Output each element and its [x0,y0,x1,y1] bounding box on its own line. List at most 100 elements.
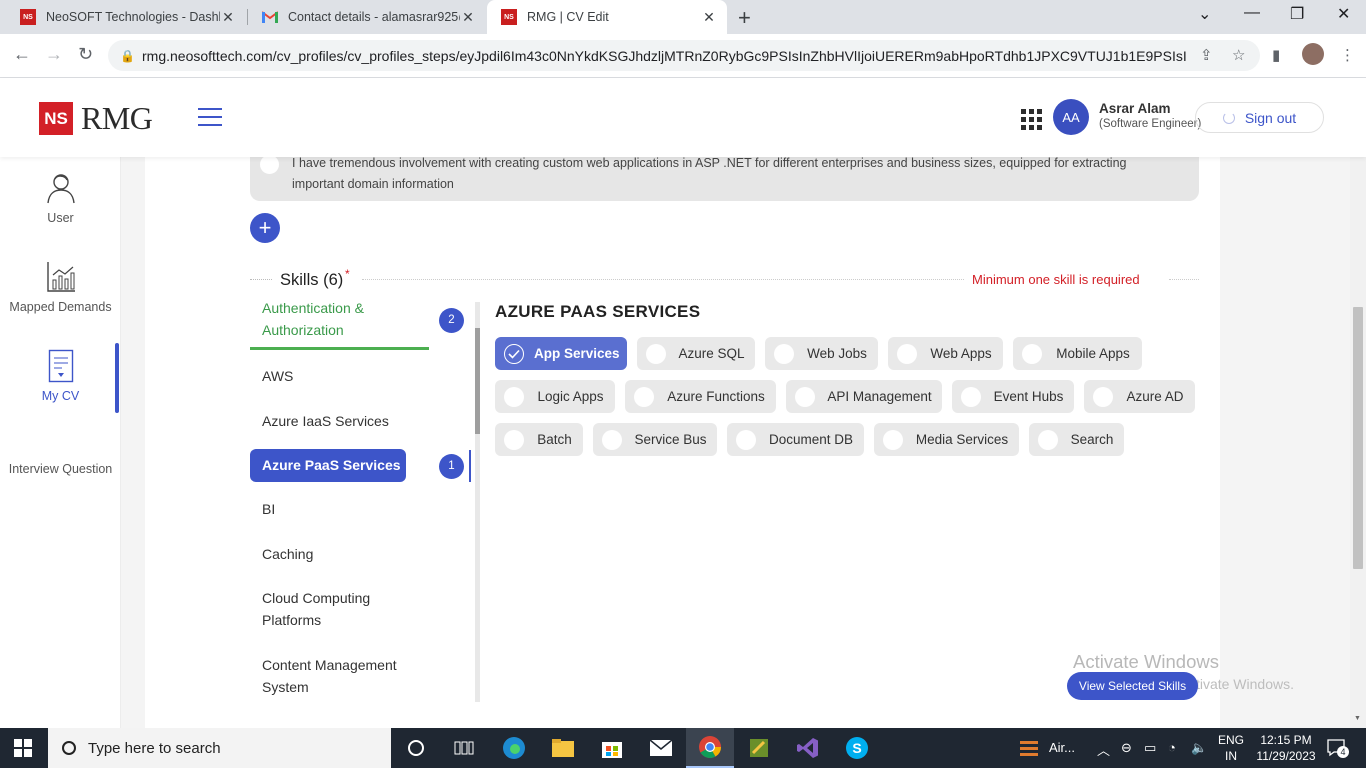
skill-chip-azure-functions[interactable]: Azure Functions [625,380,776,413]
clock[interactable]: 12:15 PM 11/29/2023 [1246,732,1326,764]
bookmark-star-icon[interactable]: ☆ [1232,46,1245,64]
tray-app-icon[interactable]: ⊖ [1121,740,1132,756]
browser-tab-dashboard[interactable]: NS NeoSOFT Technologies - Dashbo ✕ [6,0,246,34]
svg-text:S: S [852,740,861,756]
skill-label: Search [1070,432,1114,447]
sidebar-item-mapped-demands[interactable]: Mapped Demands [0,260,121,314]
skill-chip-batch[interactable]: Batch [495,423,583,456]
close-tab-icon[interactable]: ✕ [701,9,717,26]
skill-chip-logic-apps[interactable]: Logic Apps [495,380,615,413]
language-indicator[interactable]: ENG IN [1218,732,1244,764]
sign-out-button[interactable]: Sign out [1195,102,1324,133]
page-scrollbar[interactable]: ▲ ▼ [1350,78,1366,728]
skill-chip-web-apps[interactable]: Web Apps [888,337,1003,370]
skills-title: Skills (6) [280,271,344,289]
weather-icon[interactable] [1018,737,1040,762]
visual-studio-icon[interactable] [784,728,832,768]
gmail-icon [262,9,278,25]
profile-avatar[interactable] [1302,43,1324,65]
skill-chip-search[interactable]: Search [1029,423,1124,456]
category-cloud-computing[interactable]: Cloud Computing Platforms [262,587,402,631]
edge-icon[interactable] [490,728,538,768]
new-tab-button[interactable]: + [738,5,751,31]
side-panel-icon[interactable]: ▮ [1272,46,1280,64]
category-label: Azure IaaS Services [262,413,389,429]
skill-chip-web-jobs[interactable]: Web Jobs [765,337,878,370]
page-scrollbar-thumb[interactable] [1353,307,1363,569]
browser-toolbar: ← → ↻ 🔒 rmg.neosofttech.com/cv_profiles/… [0,34,1366,78]
tab-search-icon[interactable]: ⌄ [1198,4,1211,24]
share-icon[interactable]: ⇪ [1200,46,1213,64]
category-bi[interactable]: BI [262,498,275,520]
skype-icon[interactable]: S [833,728,881,768]
scroll-down-icon[interactable]: ▼ [1354,715,1361,722]
task-view-icon[interactable] [440,728,488,768]
experience-radio[interactable] [260,155,279,174]
category-cms[interactable]: Content Management System [262,654,422,698]
skill-chip-azure-sql[interactable]: Azure SQL [637,337,755,370]
avatar[interactable]: AA [1053,99,1089,135]
experience-text: I have tremendous involvement with creat… [292,156,1127,191]
notification-center-icon[interactable]: 4 [1326,737,1349,759]
radio-icon [504,386,524,407]
radio-icon [1022,343,1042,364]
radio-icon [774,343,794,364]
sidebar-item-interview-question[interactable]: Interview Question [0,462,121,476]
mail-icon[interactable] [637,728,685,768]
category-caching[interactable]: Caching [262,543,313,565]
browser-tab-strip: NS NeoSOFT Technologies - Dashbo ✕ Conta… [0,0,1366,34]
logo-text: RMG [81,100,153,136]
apps-grid-icon[interactable] [1021,109,1042,130]
category-azure-iaas[interactable]: Azure IaaS Services [262,410,389,432]
skill-chip-media-services[interactable]: Media Services [874,423,1019,456]
file-explorer-icon[interactable] [539,728,587,768]
radio-icon [504,429,524,450]
browser-tab-cv-edit[interactable]: NS RMG | CV Edit ✕ [487,0,727,34]
sidebar: User Mapped Demands My CV Interview Ques… [0,157,121,728]
skill-chip-api-management[interactable]: API Management [786,380,942,413]
skill-chip-azure-ad[interactable]: Azure AD [1084,380,1195,413]
hamburger-menu-icon[interactable] [198,108,222,126]
wifi-icon[interactable]: ◔ [1168,740,1176,755]
skill-label: Azure AD [1126,389,1184,404]
back-icon[interactable]: ← [13,44,31,65]
cortana-icon[interactable] [392,728,440,768]
restore-button[interactable]: ❐ [1290,4,1304,24]
category-authentication-authorization[interactable]: Authentication & Authorization [262,297,422,341]
browser-tab-gmail[interactable]: Contact details - alamasrar925@ ✕ [248,0,486,34]
taskbar-search-box[interactable]: Type here to search [48,728,391,768]
app-tools-icon[interactable] [735,728,783,768]
skill-chip-app-services[interactable]: App Services [495,337,627,370]
close-tab-icon[interactable]: ✕ [460,9,476,26]
category-aws[interactable]: AWS [262,365,293,387]
sidebar-item-user[interactable]: User [0,171,121,225]
windows-start-icon[interactable] [14,739,32,757]
skill-label: App Services [534,346,620,361]
browser-menu-icon[interactable]: ⋮ [1340,46,1355,64]
category-azure-paas[interactable]: Azure PaaS Services [250,449,406,482]
chevron-up-icon[interactable]: ︿ [1097,740,1110,759]
skill-chip-document-db[interactable]: Document DB [727,423,864,456]
forward-icon[interactable]: → [45,44,63,65]
rmg-logo[interactable]: NS RMG [39,100,153,137]
add-experience-button[interactable]: + [250,213,280,243]
address-bar[interactable]: 🔒 rmg.neosofttech.com/cv_profiles/cv_pro… [108,40,1260,71]
category-scrollbar-thumb[interactable] [475,328,480,434]
notification-count: 4 [1337,746,1349,758]
skill-chip-event-hubs[interactable]: Event Hubs [952,380,1074,413]
volume-icon[interactable]: 🔈 [1191,740,1207,756]
skill-chip-mobile-apps[interactable]: Mobile Apps [1013,337,1142,370]
minimize-button[interactable]: — [1244,4,1260,22]
weather-label[interactable]: Air... [1049,740,1075,755]
view-selected-skills-button[interactable]: View Selected Skills [1067,672,1198,700]
chrome-icon[interactable] [686,728,734,768]
skill-chip-service-bus[interactable]: Service Bus [593,423,717,456]
reload-icon[interactable]: ↻ [78,44,93,65]
microsoft-store-icon[interactable] [588,728,636,768]
close-window-button[interactable]: ✕ [1337,4,1350,24]
close-tab-icon[interactable]: ✕ [220,9,236,26]
sidebar-item-my-cv[interactable]: My CV [0,349,121,403]
battery-icon[interactable]: ▭ [1144,740,1156,756]
user-icon [46,174,75,204]
ns-icon: NS [20,9,36,25]
